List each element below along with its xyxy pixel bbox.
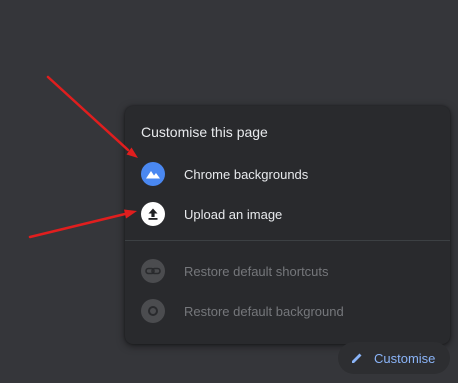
menu-divider	[125, 240, 450, 241]
restore-default-shortcuts-label: Restore default shortcuts	[184, 263, 329, 279]
upload-image-item[interactable]: Upload an image	[125, 194, 450, 234]
chrome-logo-icon	[141, 299, 165, 323]
restore-default-background-item[interactable]: Restore default background	[125, 291, 450, 331]
restore-default-shortcuts-item[interactable]: Restore default shortcuts	[125, 251, 450, 291]
chrome-backgrounds-item[interactable]: Chrome backgrounds	[125, 154, 450, 194]
customise-button-label: Customise	[374, 350, 436, 366]
restore-default-background-label: Restore default background	[184, 303, 344, 319]
menu-title: Customise this page	[141, 124, 268, 140]
customise-button[interactable]: Customise	[338, 342, 450, 374]
customise-menu: Customise this page Chrome backgrounds U…	[125, 106, 450, 344]
upload-image-label: Upload an image	[184, 206, 283, 222]
chrome-backgrounds-icon	[141, 162, 165, 186]
arrow-to-upload-image	[28, 209, 137, 239]
link-icon	[141, 259, 165, 283]
pencil-icon	[350, 351, 364, 365]
upload-icon	[141, 202, 165, 226]
chrome-backgrounds-label: Chrome backgrounds	[184, 166, 309, 182]
